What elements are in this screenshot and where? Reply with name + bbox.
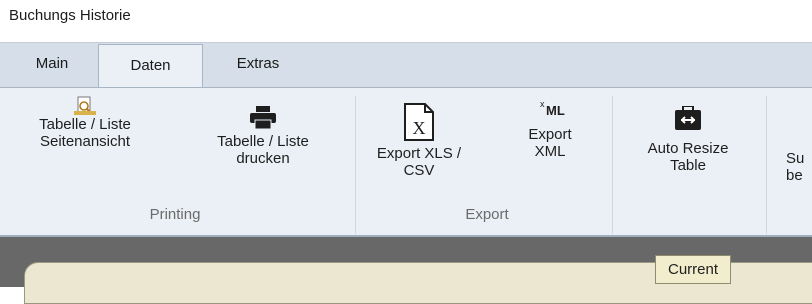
printer-icon — [250, 106, 276, 130]
ribbon-tabstrip: Main Daten Extras — [0, 42, 812, 90]
print-preview-icon — [74, 96, 96, 115]
group-label-export: Export — [465, 206, 509, 223]
svg-text:X: X — [413, 118, 426, 138]
group-separator — [355, 96, 356, 234]
partial-button-label-2: be — [786, 167, 803, 184]
tab-main[interactable]: Main — [22, 43, 82, 85]
export-xml-button[interactable]: x ML Export XML — [510, 96, 590, 160]
auto-resize-label-1: Auto Resize — [647, 140, 729, 157]
xml-icon: x ML — [540, 99, 565, 118]
table-print-label-2: drucken — [236, 150, 290, 167]
auto-resize-label-2: Table — [670, 157, 706, 174]
table-preview-label-2: Seitenansicht — [39, 133, 131, 150]
group-separator — [766, 96, 767, 234]
tab-extras[interactable]: Extras — [213, 43, 303, 85]
auto-resize-table-button[interactable]: Auto Resize Table — [618, 106, 758, 174]
table-preview-label-1: Tabelle / Liste — [39, 116, 131, 133]
export-xls-label-2: CSV — [403, 162, 435, 179]
partial-ribbon-button[interactable]: Su be — [786, 150, 812, 184]
export-xml-label-1: Export — [528, 126, 572, 143]
window-title: Buchungs Historie — [9, 7, 131, 24]
table-print-button[interactable]: Tabelle / Liste drucken — [183, 106, 343, 167]
table-preview-button[interactable]: Tabelle / Liste Seitenansicht — [10, 96, 160, 150]
group-label-printing: Printing — [149, 206, 201, 223]
partial-button-label-1: Su — [786, 150, 805, 167]
current-badge: Current — [655, 255, 732, 284]
export-xml-label-2: XML — [534, 143, 566, 160]
excel-file-icon: X — [404, 103, 434, 141]
ribbon-panel: Tabelle / Liste Seitenansicht Tabelle / … — [0, 87, 812, 237]
export-xls-label-1: Export XLS / — [376, 145, 462, 162]
resize-briefcase-icon — [675, 106, 701, 130]
export-xls-csv-button[interactable]: X Export XLS / CSV — [364, 103, 474, 179]
group-separator — [612, 96, 613, 234]
table-print-label-1: Tabelle / Liste — [217, 133, 309, 150]
tab-daten[interactable]: Daten — [98, 44, 203, 90]
